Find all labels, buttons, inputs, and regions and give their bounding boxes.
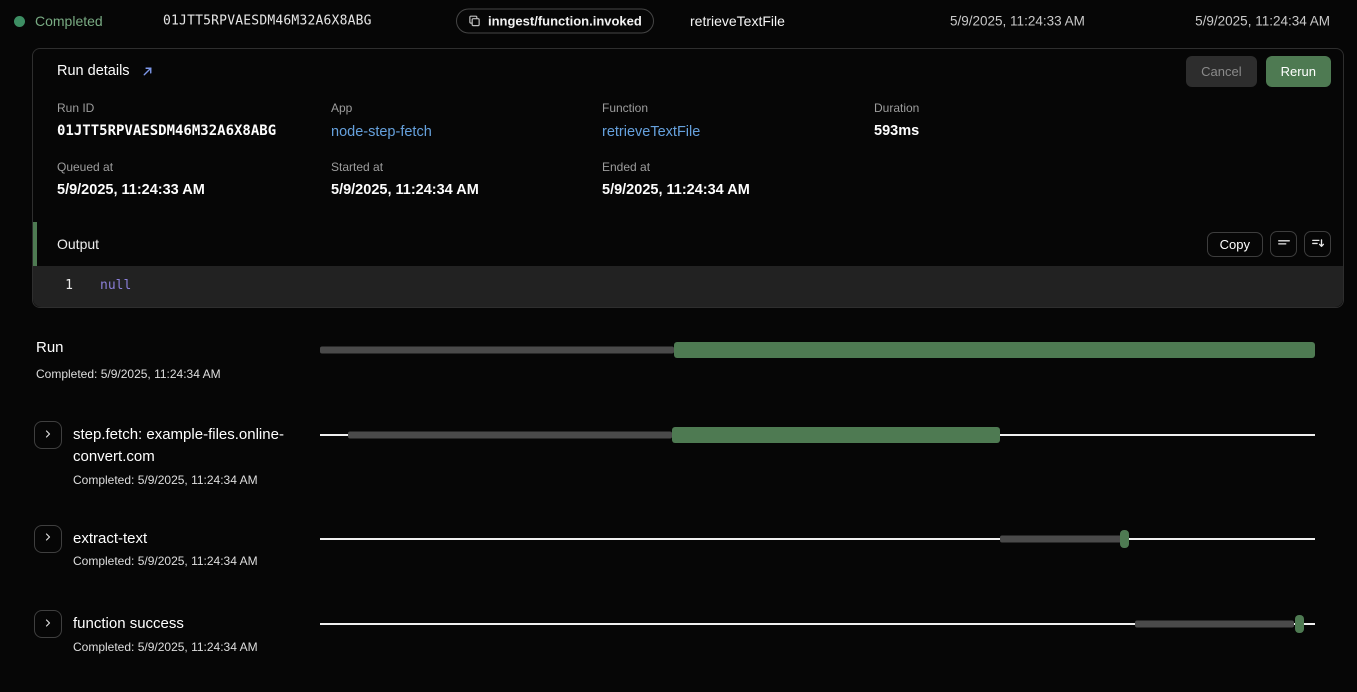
step-label: extract-text (73, 528, 258, 550)
rerun-button[interactable]: Rerun (1266, 56, 1331, 87)
step-text: step.fetch: example-files.online-convert… (73, 421, 288, 487)
chevron-right-icon (42, 428, 54, 443)
output-actions: Copy (1207, 231, 1331, 257)
output-accent-bar (33, 222, 37, 266)
field-value: 5/9/2025, 11:24:34 AM (602, 182, 874, 198)
header-buttons: Cancel Rerun (1186, 56, 1331, 87)
expand-step-button[interactable] (34, 421, 62, 449)
output-section-header: Output Copy (33, 222, 1343, 266)
run-details-header: Run details Cancel Rerun (33, 49, 1343, 93)
run-status-bar: Completed 01JTT5RPVAESDM46M32A6X8ABG inn… (0, 0, 1357, 42)
step-progress-bar (320, 525, 1315, 553)
field-function: Function retrieveTextFile (602, 101, 874, 141)
run-timeline: Run Completed: 5/9/2025, 11:24:34 AM ste… (0, 295, 1357, 692)
field-label: Duration (874, 101, 1319, 115)
run-progress-bar (320, 339, 1315, 361)
run-row-info: Run Completed: 5/9/2025, 11:24:34 AM (0, 339, 320, 381)
step-progress-bar (320, 421, 1315, 449)
run-metadata-grid: Run ID 01JTT5RPVAESDM46M32A6X8ABG App no… (33, 93, 1343, 222)
external-link-icon[interactable] (141, 65, 154, 78)
field-duration: Duration 593ms (874, 101, 1319, 141)
timeline-step-row-fetch: step.fetch: example-files.online-convert… (0, 421, 1357, 487)
queued-timestamp: 5/9/2025, 11:24:33 AM (950, 14, 1085, 29)
step-text: function success Completed: 5/9/2025, 11… (73, 610, 258, 654)
expand-step-button[interactable] (34, 525, 62, 553)
field-started-at: Started at 5/9/2025, 11:24:34 AM (331, 160, 602, 198)
field-queued-at: Queued at 5/9/2025, 11:24:33 AM (57, 160, 331, 198)
function-name-text: retrieveTextFile (690, 13, 785, 29)
event-badge-label: inngest/function.invoked (488, 14, 642, 29)
copy-output-button[interactable]: Copy (1207, 232, 1263, 257)
field-value: 01JTT5RPVAESDM46M32A6X8ABG (57, 123, 331, 139)
step-completed: Completed: 5/9/2025, 11:24:34 AM (73, 640, 258, 654)
step-label: function success (73, 613, 258, 635)
step-info: step.fetch: example-files.online-convert… (0, 421, 320, 487)
step-completed: Completed: 5/9/2025, 11:24:34 AM (73, 554, 258, 568)
run-details-card: Run details Cancel Rerun Run ID 01JTT5RP… (32, 48, 1344, 308)
step-completed: Completed: 5/9/2025, 11:24:34 AM (73, 473, 288, 487)
started-timestamp: 5/9/2025, 11:24:34 AM (1195, 14, 1330, 29)
status-group: Completed (14, 13, 103, 29)
field-label: Function (602, 101, 874, 115)
field-label: Queued at (57, 160, 331, 174)
status-dot-icon (14, 16, 25, 27)
field-label: Started at (331, 160, 602, 174)
field-label: Ended at (602, 160, 874, 174)
output-code: null (100, 278, 131, 293)
copy-icon (468, 15, 481, 28)
expand-step-button[interactable] (34, 610, 62, 638)
field-app: App node-step-fetch (331, 101, 602, 141)
function-link[interactable]: retrieveTextFile (602, 124, 700, 140)
field-label: Run ID (57, 101, 331, 115)
cancel-button[interactable]: Cancel (1186, 56, 1256, 87)
field-value: 5/9/2025, 11:24:33 AM (57, 182, 331, 198)
status-label: Completed (35, 13, 103, 29)
run-details-title: Run details (57, 63, 130, 79)
field-run-id: Run ID 01JTT5RPVAESDM46M32A6X8ABG (57, 101, 331, 141)
field-value: 593ms (874, 123, 1319, 139)
timeline-step-row-function-success: function success Completed: 5/9/2025, 11… (0, 610, 1357, 654)
run-row-completed: Completed: 5/9/2025, 11:24:34 AM (36, 367, 320, 381)
app-link[interactable]: node-step-fetch (331, 124, 432, 140)
step-info: extract-text Completed: 5/9/2025, 11:24:… (0, 525, 320, 569)
step-label: step.fetch: example-files.online-convert… (73, 424, 288, 468)
event-badge[interactable]: inngest/function.invoked (456, 9, 654, 34)
field-value: 5/9/2025, 11:24:34 AM (331, 182, 602, 198)
chevron-right-icon (42, 531, 54, 546)
field-label: App (331, 101, 602, 115)
line-number: 1 (33, 278, 73, 293)
step-info: function success Completed: 5/9/2025, 11… (0, 610, 320, 654)
scroll-to-bottom-button[interactable] (1304, 231, 1331, 257)
timeline-run-row: Run Completed: 5/9/2025, 11:24:34 AM (0, 339, 1357, 381)
step-progress-bar (320, 610, 1315, 638)
wrap-text-button[interactable] (1270, 231, 1297, 257)
field-ended-at: Ended at 5/9/2025, 11:24:34 AM (602, 160, 874, 198)
step-text: extract-text Completed: 5/9/2025, 11:24:… (73, 525, 258, 569)
wrap-text-icon (1277, 236, 1291, 253)
run-id-text: 01JTT5RPVAESDM46M32A6X8ABG (163, 14, 372, 29)
chevron-right-icon (42, 617, 54, 632)
scroll-to-bottom-icon (1311, 236, 1325, 253)
output-title: Output (57, 236, 99, 252)
run-row-label: Run (36, 339, 320, 356)
timeline-step-row-extract-text: extract-text Completed: 5/9/2025, 11:24:… (0, 525, 1357, 569)
